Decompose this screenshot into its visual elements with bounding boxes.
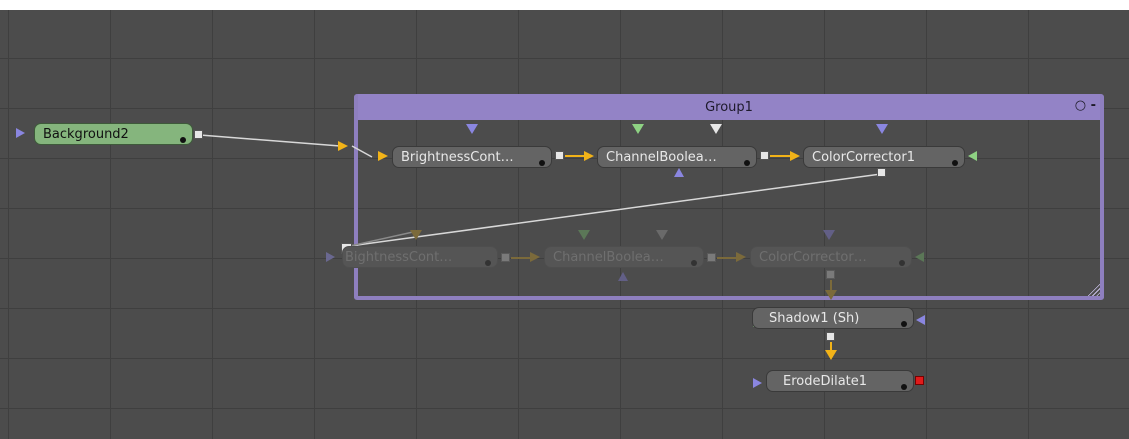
brightness-bottom-output[interactable] xyxy=(501,253,510,262)
node-brightnesscont-bottom[interactable]: BightnessCont… xyxy=(342,246,498,268)
brightness-input-arrow-icon[interactable] xyxy=(378,151,388,161)
brightness-bottom-mask-input-icon[interactable] xyxy=(410,230,422,240)
colorcorrector-mask-input-icon[interactable] xyxy=(876,124,888,134)
node-label: ErodeDilate1 xyxy=(783,374,868,389)
node-label: ColorCorrector1 xyxy=(812,150,915,165)
channel-bottom-input-green-icon[interactable] xyxy=(578,230,590,240)
colorcorrector-bottom-output[interactable] xyxy=(826,270,835,279)
colorcorrector-bottom-mask-input-icon[interactable] xyxy=(823,230,835,240)
link-bottom-channel-colorcorrector xyxy=(717,257,737,259)
node-dot-icon xyxy=(180,137,186,143)
node-dot-icon xyxy=(899,260,905,266)
colorcorrector-side-input-icon[interactable] xyxy=(968,151,977,161)
node-dot-icon xyxy=(539,160,545,166)
shadow-side-input-icon[interactable] xyxy=(916,315,925,325)
group-input-arrow-icon[interactable] xyxy=(338,141,348,151)
node-label: Background2 xyxy=(43,127,129,142)
node-label: ColorCorrector… xyxy=(759,250,867,265)
channel-input-green-icon[interactable] xyxy=(632,124,644,134)
brightness-bottom-input-icon[interactable] xyxy=(326,252,335,262)
channel-output[interactable] xyxy=(760,151,769,160)
colorcorrector-bottom-side-input-icon[interactable] xyxy=(915,252,924,262)
group-output-arrow-icon[interactable] xyxy=(825,290,837,300)
node-dot-icon xyxy=(744,160,750,166)
node-dot-icon xyxy=(952,160,958,166)
channel-bottom-input-white-icon[interactable] xyxy=(656,230,668,240)
erode-output[interactable] xyxy=(915,376,924,385)
node-colorcorrector1[interactable]: ColorCorrector1 xyxy=(803,146,965,168)
node-dot-icon xyxy=(901,321,907,327)
erode-mask-input-icon[interactable] xyxy=(753,378,762,388)
toolbar-strip xyxy=(0,0,1129,10)
channel-bottom-mask-input-icon[interactable] xyxy=(618,272,628,281)
node-label-prefix: B xyxy=(345,250,354,265)
channel-input-white-icon[interactable] xyxy=(710,124,722,134)
node-channelboolean-bottom[interactable]: ChannelBoolea… xyxy=(544,246,704,268)
link-channel-colorcorrector xyxy=(770,155,790,157)
background2-input-icon[interactable] xyxy=(16,128,25,138)
brightness-mask-input-icon[interactable] xyxy=(466,124,478,134)
channel-bottom-input-arrow-icon[interactable] xyxy=(530,252,540,262)
node-label: BrightnessCont… xyxy=(401,150,514,165)
link-bottom-brightness-channel xyxy=(511,257,531,259)
link-brightness-channel xyxy=(565,155,585,157)
erode-input-arrow-icon[interactable] xyxy=(825,350,837,360)
node-label: Shadow1 (Sh) xyxy=(769,311,860,326)
node-dot-icon xyxy=(901,384,907,390)
node-channelboolean-top[interactable]: ChannelBoolea… xyxy=(597,146,757,168)
node-label: ightnessCont… xyxy=(353,250,453,265)
node-erodedilate1[interactable]: ErodeDilate1 xyxy=(766,370,914,392)
node-label: ChannelBoolea… xyxy=(553,250,664,265)
colorcorrector-output[interactable] xyxy=(877,168,886,177)
shadow-output[interactable] xyxy=(826,332,835,341)
node-dot-icon xyxy=(691,260,697,266)
node-label: ChannelBoolea… xyxy=(606,150,717,165)
node-shadow1[interactable]: Shadow1 (Sh) xyxy=(752,307,914,329)
channel-mask-input-icon[interactable] xyxy=(674,168,684,177)
colorcorrector-input-arrow-icon[interactable] xyxy=(790,151,800,161)
channel-input-arrow-icon[interactable] xyxy=(584,151,594,161)
node-colorcorrector-bottom[interactable]: ColorCorrector… xyxy=(750,246,912,268)
brightness-output[interactable] xyxy=(555,151,564,160)
node-brightnesscont-top[interactable]: BrightnessCont… xyxy=(392,146,552,168)
node-background2[interactable]: Background2 xyxy=(34,123,193,145)
node-dot-icon xyxy=(485,260,491,266)
channel-bottom-output[interactable] xyxy=(707,253,716,262)
colorcorrector-bottom-input-arrow-icon[interactable] xyxy=(736,252,746,262)
background2-output[interactable] xyxy=(194,130,203,139)
